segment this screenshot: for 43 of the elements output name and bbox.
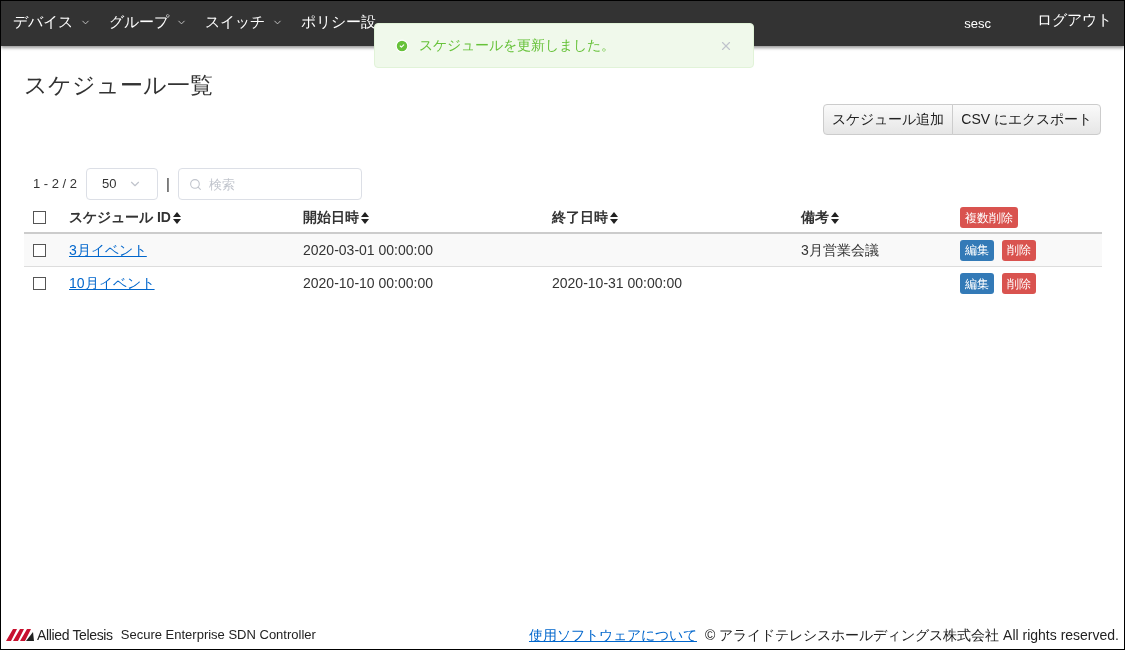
brand-name: Allied Telesis (37, 625, 113, 645)
table-cell: 3月営業会議 (801, 241, 879, 258)
schedule-link[interactable]: 3月イベント (69, 241, 147, 258)
column-header: スケジュール ID (69, 208, 171, 227)
column-header: 開始日時 (303, 208, 359, 227)
page-size-select[interactable]: 50 (86, 168, 159, 200)
product-name: Secure Enterprise SDN Controller (120, 626, 316, 645)
success-icon (395, 38, 409, 53)
logo-icon (6, 629, 34, 641)
separator: | (166, 173, 170, 194)
logout-link[interactable]: ログアウト (1037, 9, 1112, 38)
software-link[interactable]: 使用ソフトウェアについて (528, 624, 697, 646)
search-icon (189, 178, 202, 191)
action-button[interactable]: CSV にエクスポート (952, 104, 1101, 135)
table-cell: 2020-10-31 00:00:00 (552, 275, 682, 291)
search-field[interactable]: 検索 (178, 168, 362, 200)
nav-menu[interactable]: デバイス (13, 11, 91, 36)
nav-menu[interactable]: スイッチ (205, 11, 283, 36)
checkbox[interactable] (33, 211, 46, 224)
record-count: 1 - 2 / 2 (33, 175, 78, 194)
copyright: © アライドテレシスホールディングス株式会社 All rights reserved. (704, 625, 1119, 645)
username: sesc (964, 14, 991, 33)
nav-menu[interactable]: グループ (109, 11, 187, 36)
checkbox[interactable] (33, 243, 46, 257)
table-cell: 2020-03-01 00:00:00 (303, 241, 433, 258)
action-button[interactable]: スケジュール追加 (823, 104, 954, 135)
table-cell: 2020-10-10 00:00:00 (303, 275, 433, 291)
page-title: スケジュール一覧 (24, 71, 214, 100)
column-header: 終了日時 (552, 208, 608, 227)
edit-button[interactable]: 編集 (960, 273, 994, 294)
schedule-link[interactable]: 10月イベント (69, 275, 155, 291)
sort-icon[interactable] (610, 211, 618, 224)
sort-icon[interactable] (361, 211, 369, 224)
edit-button[interactable]: 編集 (960, 239, 994, 261)
toast-message: スケジュールを更新しました。 (419, 36, 616, 55)
sort-icon[interactable] (172, 211, 181, 224)
checkbox[interactable] (33, 277, 46, 290)
sort-icon[interactable] (831, 211, 839, 224)
nav-menu[interactable]: ポリシー設 (301, 11, 376, 36)
delete-button[interactable]: 削除 (1002, 273, 1036, 294)
column-header: 備考 (801, 208, 829, 227)
delete-button[interactable]: 削除 (1002, 239, 1036, 261)
bulk-delete-button[interactable]: 複数削除 (960, 207, 1018, 229)
